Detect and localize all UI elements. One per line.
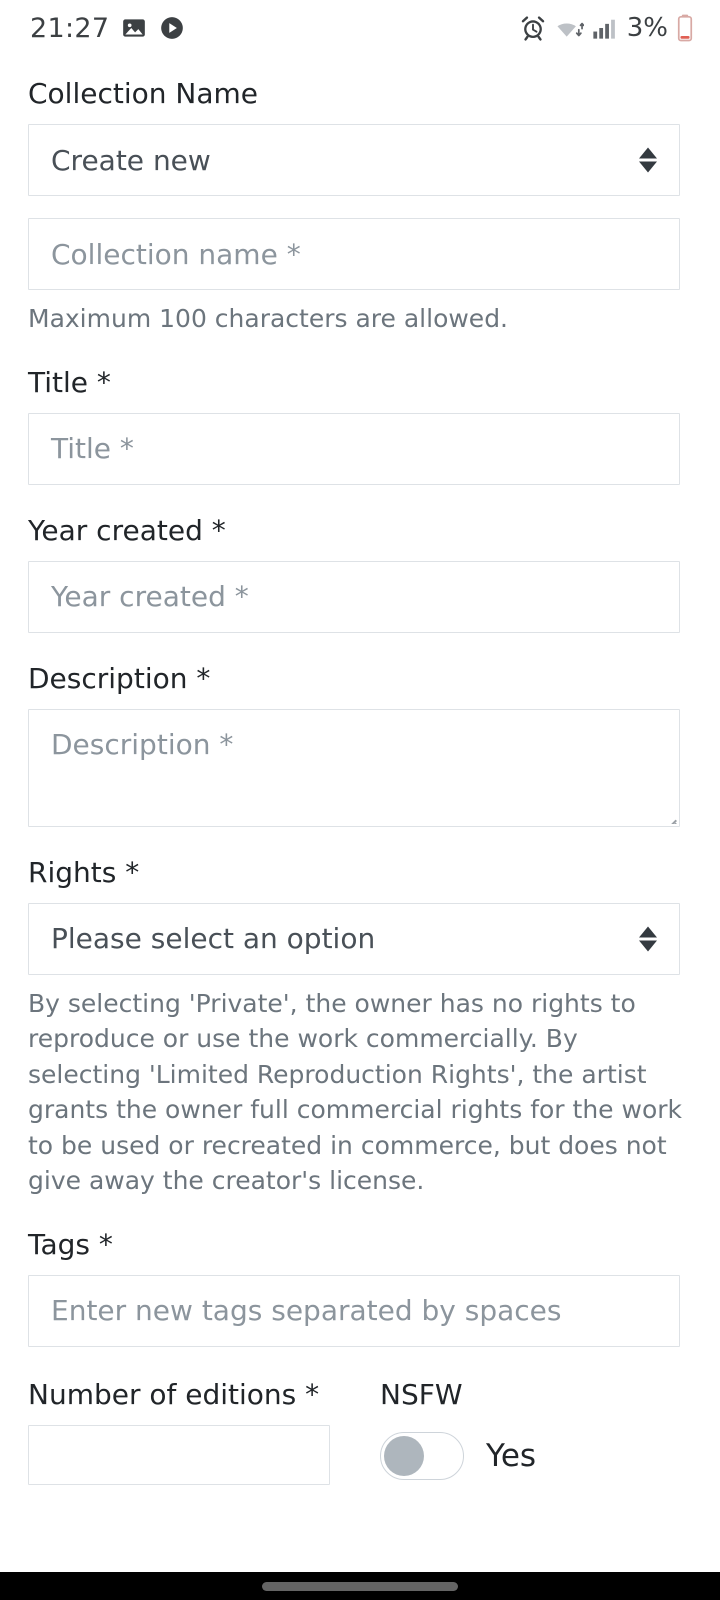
collection-name-help: Maximum 100 characters are allowed. <box>28 304 509 333</box>
battery-icon <box>676 14 694 42</box>
nsfw-toggle[interactable] <box>380 1431 464 1480</box>
collection-select[interactable]: Create new <box>28 124 680 196</box>
wifi-icon <box>554 14 584 42</box>
alarm-icon <box>519 14 547 42</box>
chevron-updown-icon <box>639 926 657 951</box>
description-label: Description * <box>28 661 211 695</box>
navigation-bar <box>0 1572 720 1600</box>
year-created-placeholder: Year created * <box>51 580 249 613</box>
editions-label: Number of editions * <box>28 1377 320 1411</box>
year-created-label: Year created * <box>28 513 226 547</box>
phone-screen: 21:27 3% Collection Name Create new Coll… <box>0 0 720 1600</box>
resize-handle-icon[interactable] <box>667 814 677 824</box>
home-gesture-pill[interactable] <box>262 1582 458 1591</box>
status-bar-right: 3% <box>519 13 694 43</box>
battery-percent-label: 3% <box>626 13 668 43</box>
signal-icon <box>591 15 617 41</box>
tags-label: Tags * <box>28 1227 113 1261</box>
nsfw-toggle-text: Yes <box>486 1437 537 1474</box>
collection-name-placeholder: Collection name * <box>51 237 301 271</box>
year-created-input[interactable]: Year created * <box>28 560 680 633</box>
editions-nsfw-row: Number of editions * NSFW Yes <box>28 1377 692 1485</box>
collection-name-label: Collection Name <box>28 77 259 110</box>
description-textarea[interactable]: Description * <box>28 708 680 827</box>
status-clock: 21:27 <box>30 12 110 44</box>
nsfw-column: NSFW Yes <box>380 1377 680 1485</box>
title-label: Title * <box>28 365 111 399</box>
description-placeholder: Description * <box>51 727 234 761</box>
nsfw-label: NSFW <box>380 1377 463 1411</box>
nsfw-toggle-row: Yes <box>380 1431 680 1480</box>
rights-help: By selecting 'Private', the owner has no… <box>28 988 683 1196</box>
chevron-updown-icon <box>639 147 657 173</box>
rights-select-value: Please select an option <box>51 922 376 955</box>
rights-label: Rights * <box>28 855 140 889</box>
image-icon <box>121 15 147 41</box>
nsfw-toggle-knob <box>384 1435 424 1476</box>
collection-select-value: Create new <box>51 143 211 177</box>
collection-name-input[interactable]: Collection name * <box>28 218 680 290</box>
tags-input[interactable]: Enter new tags separated by spaces <box>28 1274 680 1347</box>
tags-placeholder: Enter new tags separated by spaces <box>51 1294 562 1327</box>
status-bar-left: 21:27 <box>30 13 185 44</box>
title-input[interactable]: Title * <box>28 412 680 485</box>
editions-input[interactable] <box>28 1424 330 1485</box>
form-content: Collection Name Create new Collection na… <box>0 56 720 1572</box>
title-placeholder: Title * <box>51 432 134 465</box>
editions-column: Number of editions * <box>28 1377 380 1485</box>
rights-select[interactable]: Please select an option <box>28 902 680 975</box>
play-circle-icon <box>159 15 185 41</box>
status-bar: 21:27 3% <box>0 0 720 56</box>
